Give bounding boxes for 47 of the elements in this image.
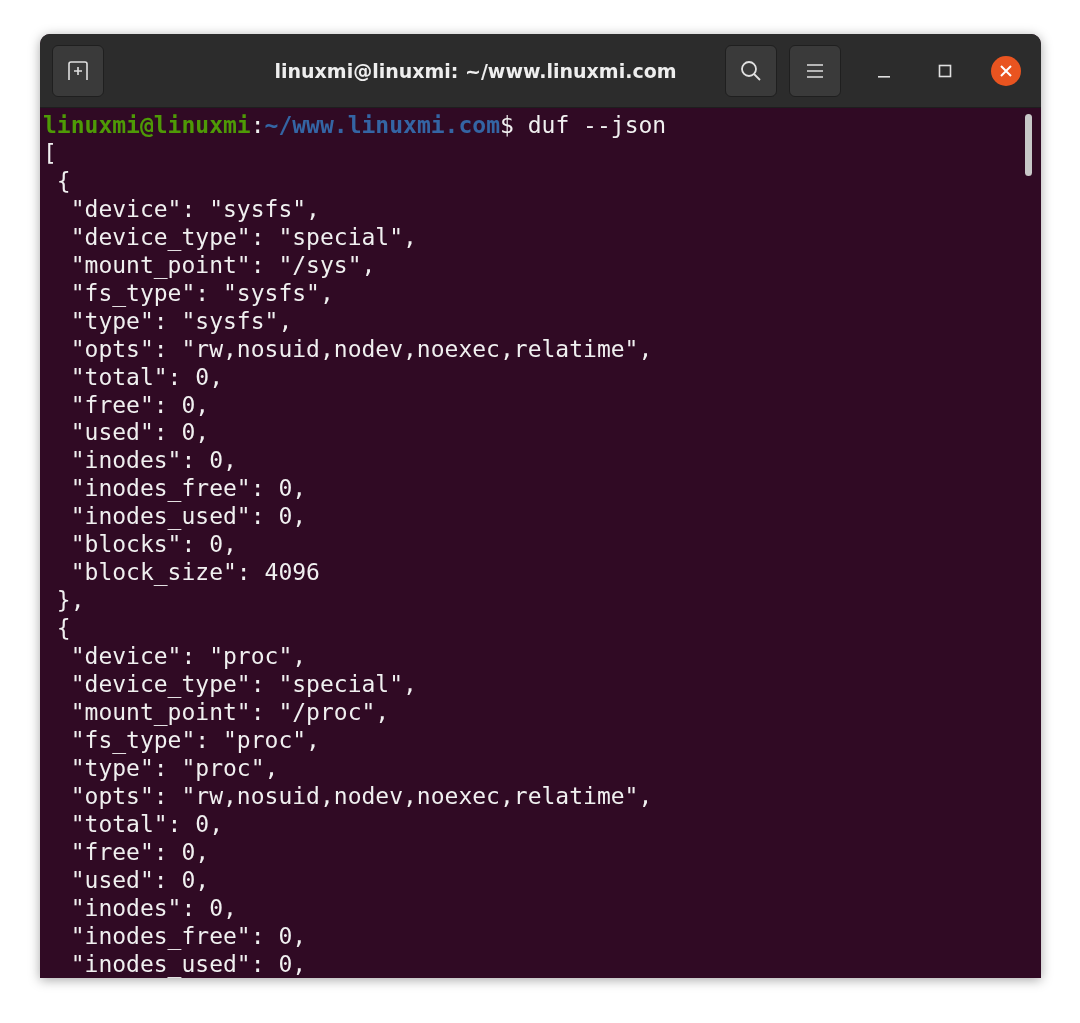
menu-button[interactable] xyxy=(789,44,841,97)
search-icon xyxy=(740,59,762,82)
minimize-icon xyxy=(878,75,890,78)
new-tab-button[interactable] xyxy=(52,44,104,97)
search-button[interactable] xyxy=(725,44,777,97)
command-text: duf --json xyxy=(527,112,667,138)
output-line: "device": "sysfs", xyxy=(69,195,320,222)
output-line: "opts": "rw,nosuid,nodev,noexec,relatime", xyxy=(69,335,653,362)
window-title: linuxmi@linuxmi: ~/www.linuxmi.com xyxy=(273,59,678,82)
output-line: "type": "sysfs", xyxy=(69,307,293,334)
output-line: "device_type": "special", xyxy=(69,671,417,698)
menu-icon xyxy=(806,62,824,79)
output-line: "blocks": 0, xyxy=(69,531,237,558)
output-line: "free": 0, xyxy=(69,838,210,865)
output-line: "used": 0, xyxy=(69,866,210,893)
prompt-separator: : xyxy=(250,112,265,138)
prompt-path: ~/www.linuxmi.com xyxy=(264,112,500,138)
output-line: "used": 0, xyxy=(69,419,210,446)
output-line: "total": 0, xyxy=(69,810,223,837)
output-line: "inodes_free": 0, xyxy=(69,922,307,949)
output-line: }, xyxy=(55,587,85,614)
output-line: "inodes_used": 0, xyxy=(69,503,307,530)
new-tab-icon xyxy=(66,59,90,82)
output-line: { xyxy=(55,615,71,642)
output-line: "mount_point": "/sys", xyxy=(69,251,376,278)
output-line: "device_type": "special", xyxy=(69,223,417,250)
close-button[interactable] xyxy=(991,55,1021,86)
scrollbar-thumb[interactable] xyxy=(1025,114,1032,176)
output-line: "opts": "rw,nosuid,nodev,noexec,relatime", xyxy=(69,782,653,809)
maximize-icon xyxy=(938,63,952,78)
output-line: "total": 0, xyxy=(69,363,223,390)
output-line: [ xyxy=(43,139,57,166)
output-line: "inodes": 0, xyxy=(69,894,237,921)
prompt-symbol: $ xyxy=(500,112,514,138)
output-line: "free": 0, xyxy=(69,391,210,418)
output-line: "inodes_free": 0, xyxy=(69,475,307,502)
output-line: "fs_type": "sysfs", xyxy=(69,279,334,306)
output-line: "fs_type": "proc", xyxy=(69,726,320,753)
output-line: "type": "proc", xyxy=(69,754,279,781)
prompt-user: linuxmi@linuxmi xyxy=(43,112,251,138)
output-line: "device": "proc", xyxy=(69,643,307,670)
output-line: "inodes": 0, xyxy=(69,447,237,474)
output-line: "block_size": 4096 xyxy=(69,559,320,586)
output-line: "mount_point": "/proc", xyxy=(69,699,390,725)
output-line: "inodes_used": 0, xyxy=(69,950,307,977)
output-line: { xyxy=(55,167,71,194)
close-icon xyxy=(999,63,1013,78)
